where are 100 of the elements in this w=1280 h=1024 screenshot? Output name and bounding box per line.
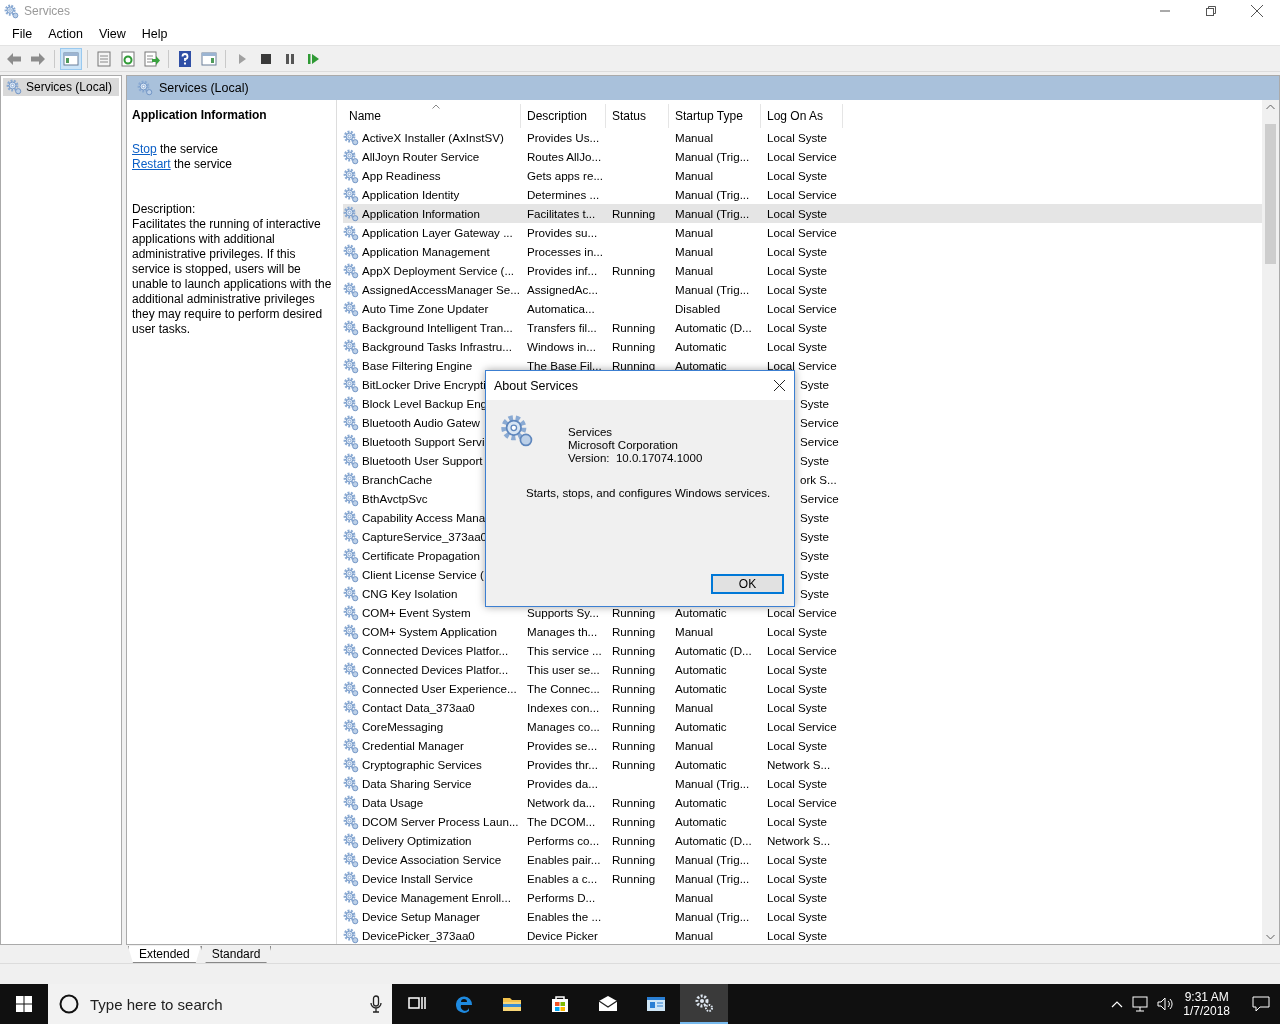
table-cell: Bluetooth User Support (362, 454, 483, 467)
table-cell: Running (612, 853, 656, 866)
gear-icon (343, 851, 359, 868)
table-cell: Bluetooth Audio Gatew (362, 416, 480, 429)
table-cell: Automatic (675, 796, 727, 809)
table-cell: Bluetooth Support Servi (362, 435, 485, 448)
action-link[interactable]: Stop (132, 142, 157, 156)
gear-icon (343, 490, 359, 507)
table-cell: DCOM Server Process Laun... (362, 815, 519, 828)
table-cell: AssignedAccessManager Se... (362, 283, 520, 296)
notification-icon[interactable] (1252, 996, 1270, 1012)
table-cell: Local Syste (767, 131, 827, 144)
column-header[interactable]: Name (343, 104, 521, 128)
menu-item[interactable]: Action (40, 23, 91, 44)
view-tab[interactable]: Extended (128, 946, 201, 963)
gear-icon (343, 300, 359, 317)
gear-icon (343, 205, 359, 222)
table-cell: Manual (675, 131, 714, 144)
table-cell: Local Service (767, 150, 837, 163)
table-cell: Manual (675, 245, 714, 258)
selected-row[interactable]: Application Information Facilitates t... Running Manual (Trig... Local Syste (343, 204, 1262, 223)
table-cell: DevicePicker_373aa0 (362, 929, 475, 942)
table-cell: Local Syste (767, 625, 827, 638)
action-text: Restart the service (132, 157, 234, 172)
table-cell: Automatic (675, 359, 727, 372)
search-icon (58, 993, 80, 1015)
gear-icon (343, 414, 359, 431)
scrollbar[interactable] (1262, 100, 1279, 944)
table-cell: Automatic (675, 720, 727, 733)
table-cell: Device Setup Manager (362, 910, 480, 923)
search-field[interactable]: Type here to search (48, 984, 392, 1024)
view-tab[interactable]: Standard (200, 946, 272, 963)
scrollbar-thumb[interactable] (1265, 124, 1276, 264)
table-cell: Local Syste (767, 891, 827, 904)
table-cell: Manual (675, 264, 714, 277)
column-header[interactable]: Status (606, 104, 669, 128)
column-header[interactable]: Startup Type (669, 104, 761, 128)
table-cell: Provides se... (527, 739, 598, 752)
table-cell: Running (612, 701, 656, 714)
table-cell: Manual (675, 625, 714, 638)
column-header[interactable]: Description (521, 104, 606, 128)
table-cell: Automatic (675, 815, 727, 828)
tree-item[interactable]: Services (Local) (3, 78, 119, 96)
table-cell: Network S... (767, 758, 831, 771)
action-text: Stop the service (132, 142, 220, 157)
table-cell: Running (612, 644, 656, 657)
gear-icon (343, 699, 359, 716)
gear-icon (343, 357, 359, 374)
table-cell: Cryptographic Services (362, 758, 482, 771)
table-cell: Enables the ... (527, 910, 602, 923)
table-cell: Local Syste (767, 929, 827, 942)
menu-item[interactable]: File (4, 23, 41, 44)
table-cell: Local Service (767, 359, 837, 372)
table-cell: This user se... (527, 663, 600, 676)
table-cell: Gets apps re... (527, 169, 604, 182)
table-cell: Local Syste (767, 663, 827, 676)
network-icon[interactable] (1131, 996, 1150, 1012)
table-cell: Application Identity (362, 188, 460, 201)
volume-icon[interactable] (1157, 996, 1176, 1012)
table-cell: Auto Time Zone Updater (362, 302, 489, 315)
chevron-up-icon[interactable] (1111, 1000, 1124, 1008)
ok-button[interactable]: OK (711, 574, 784, 594)
table-cell: BthAvctpSvc (362, 492, 428, 505)
table-cell: Running (612, 796, 656, 809)
table-cell: ActiveX Installer (AxInstSV) (362, 131, 504, 144)
refresh-icon (119, 49, 137, 68)
properties-icon (95, 49, 113, 68)
table-cell: Local Service (767, 302, 837, 315)
menu-item[interactable]: View (90, 23, 134, 44)
table-cell: Running (612, 815, 656, 828)
table-cell: BitLocker Drive Encrypti (362, 378, 486, 391)
table-cell: CaptureService_373aa0 (362, 530, 488, 543)
gear-icon (343, 604, 359, 621)
table-cell: Capability Access Mana (362, 511, 486, 524)
table-cell: Syste (800, 397, 829, 410)
table-cell: Base Filtering Engine (362, 359, 473, 372)
column-header[interactable]: Log On As (761, 104, 843, 128)
action-link[interactable]: Restart (132, 157, 171, 171)
company-name: Microsoft Corporation (568, 439, 679, 452)
table-cell: Local Service (767, 644, 837, 657)
table-cell: Local Syste (767, 853, 827, 866)
table-cell: Local Syste (767, 245, 827, 258)
windows-logo-icon (16, 996, 32, 1012)
table-cell: Automatic (D... (675, 321, 752, 334)
description-text: Facilitates the running of interactive applications with additional administrative privileges. If this service is stopped, users will be unable to launch applications with the additional administrative privileges they may require to perform desired user tasks. (132, 217, 332, 337)
taskbar-app[interactable] (680, 984, 728, 1024)
table-cell: Manual (Trig... (675, 150, 750, 163)
menu-item[interactable]: Help (133, 23, 176, 44)
table-cell: Automatic (D... (675, 644, 752, 657)
table-cell: Local Service (767, 796, 837, 809)
gear-icon (343, 737, 359, 754)
table-cell: Service (800, 435, 839, 448)
table-cell: Running (612, 663, 656, 676)
table-cell: Manual (Trig... (675, 777, 750, 790)
close-icon (773, 380, 785, 391)
panel-title: Services (Local) (159, 81, 249, 95)
table-cell: Running (612, 872, 656, 885)
gear-icon (343, 547, 359, 564)
table-cell: Delivery Optimization (362, 834, 472, 847)
clock[interactable]: 9:31 AM 1/7/2018 (1183, 990, 1230, 1018)
